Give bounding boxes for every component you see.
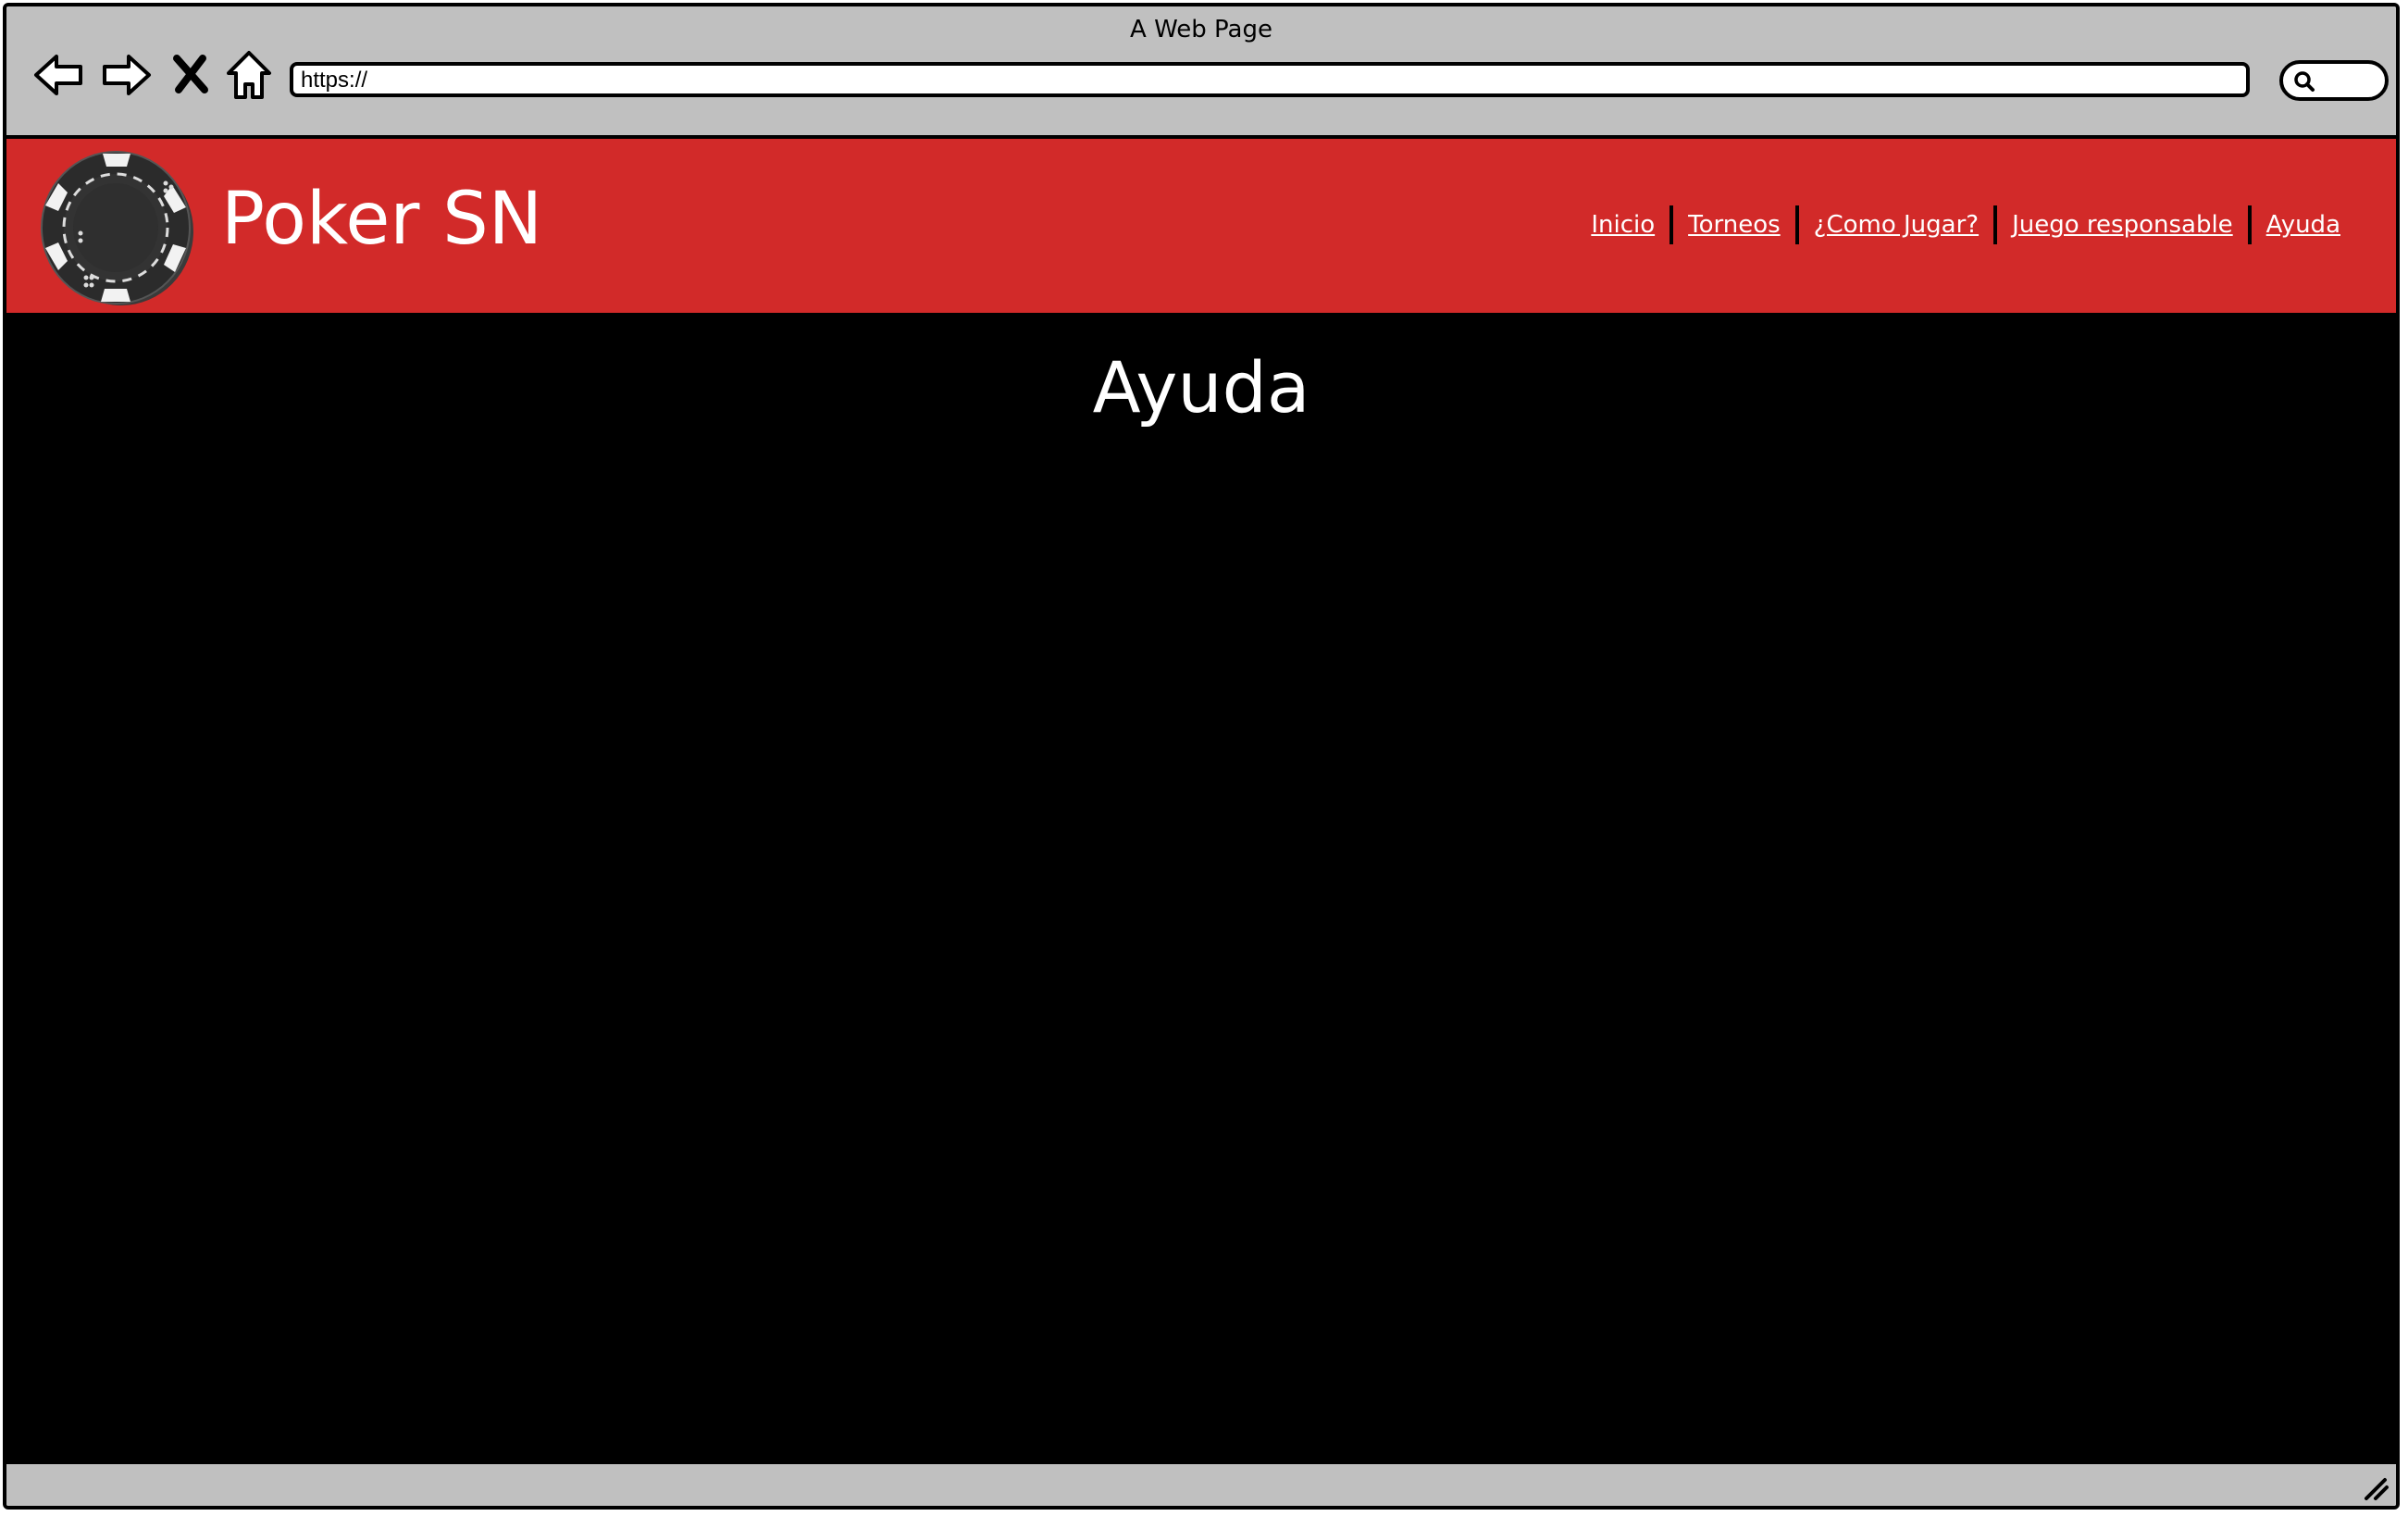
site-header: Poker SN Inicio Torneos ¿Como Jugar? Jue… — [6, 139, 2396, 317]
search-icon — [2294, 71, 2315, 92]
browser-window: A Web Page https:// Poker SN Inicio Torn… — [3, 3, 2400, 1510]
nav-link-torneos[interactable]: Torneos — [1688, 211, 1781, 239]
poker-chip-icon — [41, 151, 193, 305]
window-title: A Web Page — [1130, 16, 1272, 43]
nav-separator — [1669, 205, 1674, 244]
resize-grip-icon[interactable] — [2361, 1473, 2390, 1502]
nav-separator — [1993, 205, 1998, 244]
back-button[interactable] — [31, 47, 86, 103]
close-icon — [173, 55, 208, 93]
nav-link-como-jugar[interactable]: ¿Como Jugar? — [1814, 211, 1979, 239]
stop-button[interactable] — [169, 47, 212, 103]
url-input[interactable]: https:// — [290, 62, 2250, 97]
main-content: Ayuda — [6, 317, 2396, 1473]
search-field[interactable] — [2279, 60, 2389, 101]
nav-separator — [2247, 205, 2252, 244]
site-title: Poker SN — [221, 178, 543, 261]
status-bar — [6, 1460, 2396, 1506]
nav-link-juego-responsable[interactable]: Juego responsable — [2012, 211, 2233, 239]
nav-link-ayuda[interactable]: Ayuda — [2266, 211, 2340, 239]
arrow-right-icon — [103, 55, 151, 95]
home-icon — [227, 51, 271, 99]
main-nav: Inicio Torneos ¿Como Jugar? Juego respon… — [1591, 205, 2340, 244]
home-button[interactable] — [221, 47, 277, 103]
browser-toolbar: A Web Page https:// — [6, 6, 2396, 139]
nav-separator — [1794, 205, 1799, 244]
nav-link-inicio[interactable]: Inicio — [1591, 211, 1655, 239]
forward-button[interactable] — [99, 47, 155, 103]
page-title: Ayuda — [1092, 346, 1310, 429]
arrow-left-icon — [34, 55, 82, 95]
